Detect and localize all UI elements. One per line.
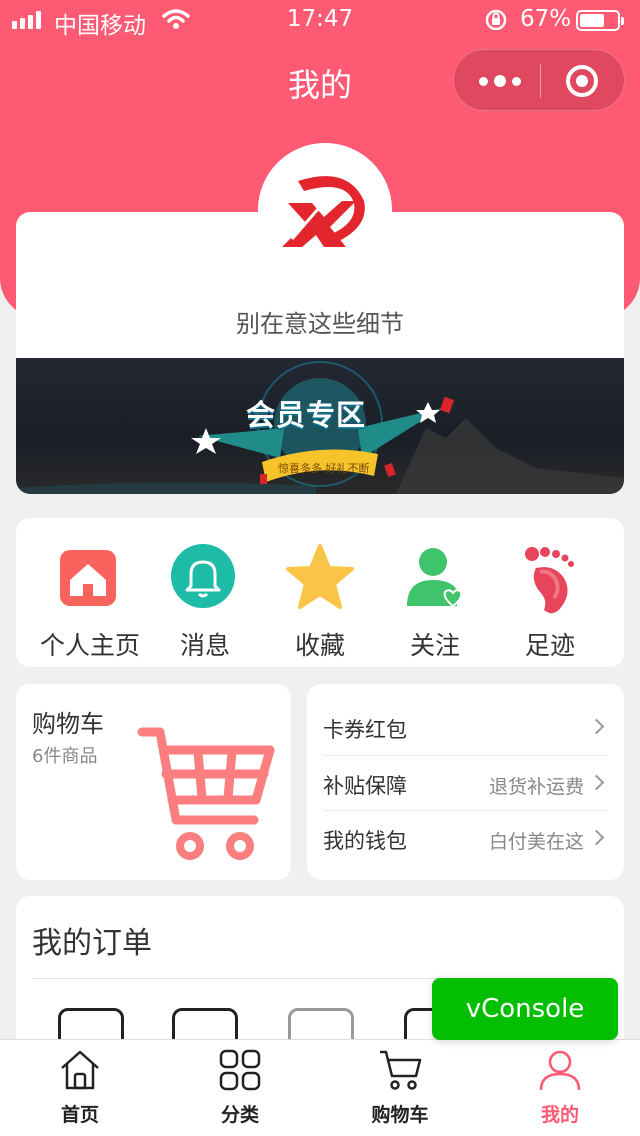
home-icon [60,550,116,606]
wallet-row-label: 卡券红包 [323,718,407,742]
quick-action-label: 足迹 [524,631,575,660]
xd-logo-icon [258,143,392,277]
home-outline-icon [61,1050,99,1090]
quick-action-label: 个人主页 [39,631,140,660]
user-follow-icon [407,548,463,608]
person-icon [539,1050,581,1091]
avatar[interactable] [258,143,392,277]
chevron-right-icon [588,829,605,846]
tab-mine[interactable]: 我的 [480,1040,640,1136]
chevron-right-icon [588,774,605,791]
orders-title: 我的订单 [32,926,152,961]
wallet-row-coupons[interactable]: 卡券红包 [323,700,608,755]
vconsole-button[interactable]: vConsole [432,978,618,1040]
tab-bar: 首页 分类 购物车 我的 [0,1039,640,1136]
shopping-cart-icon [137,727,275,860]
quick-action-label: 关注 [409,631,460,660]
orientation-lock-icon [485,9,507,31]
wallet-row-wallet[interactable]: 我的钱包 白付美在这 [323,810,608,865]
quick-action-profile[interactable]: 个人主页 [30,542,150,662]
close-button[interactable] [566,65,598,97]
wallet-row-subsidy[interactable]: 补贴保障 退货补运费 [323,755,608,810]
status-bar: 中国移动 17:47 67% [0,0,640,40]
grid-icon [219,1049,261,1091]
battery-icon [576,10,624,31]
tab-category[interactable]: 分类 [160,1040,320,1136]
wallet-row-label: 我的钱包 [323,829,407,853]
cart-card[interactable]: 购物车 6件商品 [16,684,291,880]
tab-label: 分类 [220,1104,259,1126]
wallet-row-value: 白付美在这 [488,831,584,853]
tab-home[interactable]: 首页 [0,1040,160,1136]
quick-action-label: 消息 [179,631,230,660]
wallet-card: 卡券红包 补贴保障 退货补运费 我的钱包 白付美在这 [307,684,624,880]
more-button[interactable] [474,64,526,98]
quick-action-favorites[interactable]: 收藏 [260,542,380,662]
quick-action-label: 收藏 [294,631,345,660]
quick-actions-card: 个人主页 消息 收藏 关注 足迹 [16,518,624,667]
cart-title: 购物车 [32,710,104,738]
username: 别在意这些细节 [236,310,404,338]
battery-percent: 67% [520,6,572,32]
capsule-divider [540,64,541,98]
cart-outline-icon [380,1050,422,1090]
member-zone-banner[interactable]: 惊喜多多 好礼不断 会员专区 [16,358,624,494]
chevron-right-icon [588,718,605,735]
banner-subtitle: 惊喜多多 好礼不断 [278,461,370,475]
quick-action-footprint[interactable]: 足迹 [490,542,610,662]
bell-icon [171,544,235,608]
tab-cart[interactable]: 购物车 [320,1040,480,1136]
quick-action-follow[interactable]: 关注 [375,542,495,662]
footprint-icon [525,547,574,614]
mini-program-capsule [453,49,625,111]
tab-label: 购物车 [371,1104,429,1126]
wallet-row-label: 补贴保障 [323,774,407,798]
wallet-row-value: 退货补运费 [488,776,584,798]
tab-label: 首页 [60,1104,99,1126]
banner-title: 会员专区 [246,398,367,432]
cart-count: 6件商品 [32,746,98,767]
quick-action-messages[interactable]: 消息 [145,542,265,662]
tab-label: 我的 [540,1104,579,1126]
star-icon [286,544,354,609]
